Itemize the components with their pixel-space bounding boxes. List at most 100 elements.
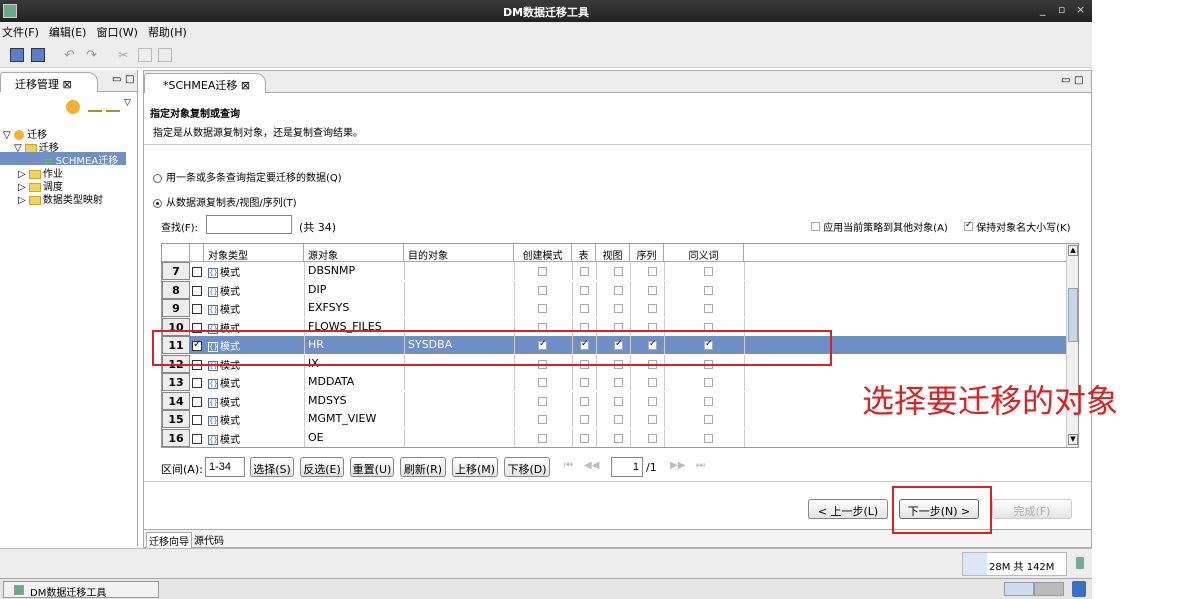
menu-window[interactable]: 窗口(W): [96, 24, 137, 40]
workspace-switcher-icon[interactable]: [1034, 582, 1064, 596]
copy-icon[interactable]: [138, 48, 152, 62]
trash-icon[interactable]: [1072, 581, 1086, 597]
invert-selection-button[interactable]: 反选(E): [300, 457, 344, 477]
create-checkbox[interactable]: [538, 285, 547, 295]
table-row[interactable]: 7 {} 模式 DBSNMP: [162, 262, 1066, 280]
table-row[interactable]: 9 {} 模式 EXFSYS: [162, 299, 1066, 317]
prev-page-icon[interactable]: ◀◀: [584, 460, 599, 471]
view-checkbox[interactable]: [614, 304, 623, 313]
import-icon[interactable]: [88, 102, 102, 112]
garbage-collect-icon[interactable]: [1076, 557, 1084, 569]
header-synonym[interactable]: 同义词: [664, 244, 744, 262]
source-object-cell[interactable]: MDSYS: [308, 392, 347, 410]
table-row[interactable]: 16 {} 模式 OE: [162, 428, 1066, 447]
source-object-cell[interactable]: MDDATA: [308, 373, 354, 391]
header-table[interactable]: 表: [572, 244, 596, 262]
scroll-up-icon[interactable]: ▲: [1068, 245, 1078, 256]
row-select-checkbox[interactable]: [192, 433, 202, 444]
header-sequence[interactable]: 序列: [630, 244, 664, 262]
save-all-icon[interactable]: [31, 48, 45, 62]
header-source-object[interactable]: 源对象: [304, 244, 404, 262]
table-checkbox[interactable]: [580, 378, 589, 387]
first-page-icon[interactable]: ⏮: [564, 460, 573, 471]
reset-button[interactable]: 重置(U): [350, 457, 394, 477]
syn-checkbox[interactable]: [704, 378, 713, 387]
page-number-input[interactable]: [611, 457, 643, 477]
taskbar-app-button[interactable]: DM数据迁移工具: [3, 581, 159, 599]
paste-icon[interactable]: [158, 48, 172, 62]
row-select-checkbox[interactable]: [192, 415, 202, 425]
maximize-button[interactable]: ▫: [1058, 3, 1065, 16]
header-create-schema[interactable]: 创建模式: [514, 244, 572, 262]
create-checkbox[interactable]: [538, 267, 547, 276]
seq-checkbox[interactable]: [648, 396, 657, 406]
tree-item-jobs[interactable]: ▷ 作业: [0, 165, 138, 180]
source-object-cell[interactable]: MGMT_VIEW: [308, 410, 376, 428]
source-object-cell[interactable]: DBSNMP: [308, 262, 355, 280]
seq-checkbox[interactable]: [648, 304, 657, 313]
view-checkbox[interactable]: [614, 267, 623, 276]
scroll-down-icon[interactable]: ▼: [1068, 434, 1078, 445]
create-checkbox[interactable]: [538, 304, 547, 313]
table-checkbox[interactable]: [580, 267, 589, 276]
tab-wizard[interactable]: 迁移向导: [146, 532, 192, 549]
find-input[interactable]: [206, 215, 292, 234]
source-object-cell[interactable]: EXFSYS: [308, 299, 349, 317]
move-up-button[interactable]: 上移(M): [452, 457, 498, 477]
cut-icon[interactable]: ✂: [118, 48, 132, 62]
syn-checkbox[interactable]: [704, 285, 713, 295]
maximize-view-icon[interactable]: □: [125, 74, 134, 85]
radio-copy[interactable]: [153, 198, 162, 208]
scroll-thumb[interactable]: [1068, 288, 1078, 342]
table-checkbox[interactable]: [580, 285, 589, 295]
seq-checkbox[interactable]: [648, 415, 657, 424]
seq-checkbox[interactable]: [648, 285, 657, 295]
menu-help[interactable]: 帮助(H): [148, 24, 187, 40]
row-select-checkbox[interactable]: [192, 396, 202, 407]
minimize-button[interactable]: _: [1040, 3, 1046, 16]
row-select-checkbox[interactable]: [192, 267, 202, 277]
table-checkbox[interactable]: [580, 415, 589, 424]
menu-file[interactable]: 文件(F): [2, 24, 39, 40]
expand-icon[interactable]: ▷: [18, 195, 26, 206]
minimize-view-icon[interactable]: ▭: [112, 74, 121, 85]
table-row[interactable]: 8 {} 模式 DIP: [162, 280, 1066, 299]
table-checkbox[interactable]: [580, 304, 589, 313]
last-page-icon[interactable]: ⏭: [696, 460, 705, 471]
tab-source-code[interactable]: 源代码: [194, 532, 224, 547]
minimize-editor-icon[interactable]: ▭: [1061, 75, 1070, 86]
tab-migration-management[interactable]: 迁移管理 ⊠: [0, 72, 98, 92]
source-object-cell[interactable]: OE: [308, 429, 324, 447]
tree-item-datatype-mapping[interactable]: ▷ 数据类型映射: [0, 191, 138, 206]
redo-icon[interactable]: ↷: [86, 48, 100, 63]
keep-case-checkbox[interactable]: [964, 220, 973, 231]
syn-checkbox[interactable]: [704, 304, 713, 313]
close-button[interactable]: ×: [1076, 3, 1085, 16]
create-checkbox[interactable]: [538, 415, 547, 424]
header-view[interactable]: 视图: [596, 244, 630, 262]
seq-checkbox[interactable]: [648, 378, 657, 387]
tree-item-migration-root[interactable]: ▽ 迁移: [0, 126, 138, 141]
select-button[interactable]: 选择(S): [250, 457, 294, 477]
header-object-type[interactable]: 对象类型: [204, 244, 304, 262]
view-checkbox[interactable]: [614, 415, 623, 424]
finish-button[interactable]: 完成(F): [992, 499, 1072, 519]
view-checkbox[interactable]: [614, 396, 623, 406]
workspace-switcher-icon[interactable]: [1004, 582, 1034, 596]
export-icon[interactable]: [106, 102, 120, 112]
apply-policy-checkbox[interactable]: [811, 222, 820, 231]
radio-query-option[interactable]: 用一条或多条查询指定要迁移的数据(Q): [153, 169, 342, 184]
range-input[interactable]: [205, 457, 245, 477]
group-icon[interactable]: [66, 100, 80, 114]
table-checkbox[interactable]: [580, 396, 589, 406]
syn-checkbox[interactable]: [704, 415, 713, 424]
row-select-checkbox[interactable]: [192, 285, 202, 296]
row-select-checkbox[interactable]: [192, 378, 202, 388]
source-object-cell[interactable]: DIP: [308, 281, 326, 299]
save-icon[interactable]: [10, 48, 24, 62]
refresh-button[interactable]: 刷新(R): [400, 457, 446, 477]
seq-checkbox[interactable]: [648, 433, 657, 443]
undo-icon[interactable]: ↶: [64, 48, 78, 63]
radio-copy-option[interactable]: 从数据源复制表/视图/序列(T): [153, 194, 297, 209]
seq-checkbox[interactable]: [648, 267, 657, 276]
